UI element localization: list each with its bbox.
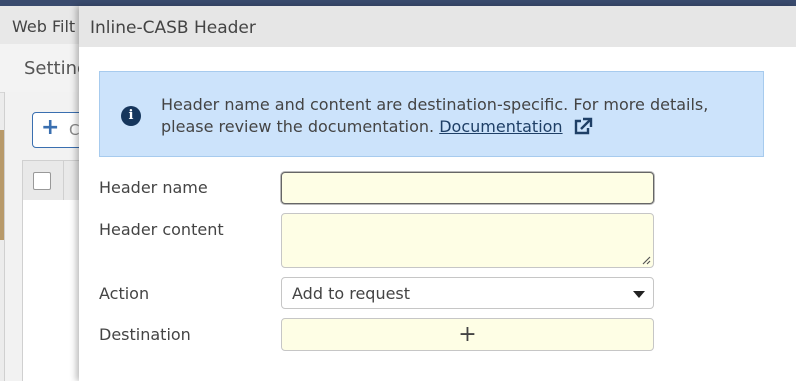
- dialog-header: Inline-CASB Header: [79, 6, 796, 47]
- background-section-header: Setting: [0, 44, 90, 93]
- column-divider: [63, 161, 64, 201]
- header-content-field[interactable]: [281, 213, 654, 268]
- action-selected-value: Add to request: [292, 284, 411, 303]
- info-icon: i: [121, 106, 141, 126]
- select-all-checkbox[interactable]: [33, 172, 51, 190]
- background-tab[interactable]: Web Filt: [0, 6, 91, 44]
- plus-icon: +: [41, 115, 60, 140]
- dialog-title: Inline-CASB Header: [90, 18, 256, 38]
- inline-casb-header-dialog: Inline-CASB Header i Header name and con…: [79, 6, 796, 381]
- resize-grip-icon[interactable]: [642, 256, 651, 265]
- background-edge: [0, 130, 4, 240]
- action-select[interactable]: Add to request: [281, 277, 654, 309]
- chevron-down-icon[interactable]: [633, 291, 645, 298]
- add-destination-icon[interactable]: +: [282, 322, 653, 347]
- background-add-label: C: [69, 121, 80, 139]
- header-content-label: Header content: [99, 220, 224, 239]
- info-text: Header name and content are destination-…: [161, 94, 751, 138]
- destination-label: Destination: [99, 325, 191, 344]
- info-message: Header name and content are destination-…: [161, 95, 709, 136]
- destination-field[interactable]: +: [281, 318, 654, 351]
- header-name-field[interactable]: [281, 172, 654, 204]
- action-label: Action: [99, 284, 150, 303]
- header-content-textarea[interactable]: [282, 214, 653, 267]
- header-name-input[interactable]: [282, 173, 653, 203]
- external-link-icon[interactable]: [573, 117, 593, 135]
- background-tab-label: Web Filt: [12, 17, 76, 36]
- documentation-link[interactable]: Documentation: [439, 117, 562, 136]
- info-banner: i Header name and content are destinatio…: [99, 71, 764, 157]
- header-name-label: Header name: [99, 178, 208, 197]
